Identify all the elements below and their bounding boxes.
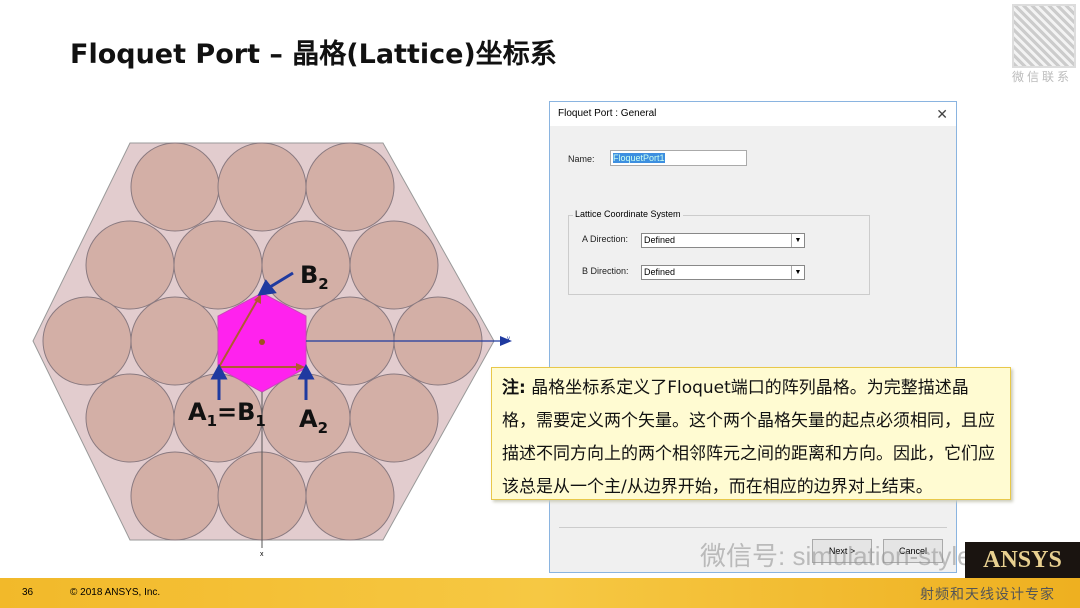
dialog-title: Floquet Port : General	[558, 108, 657, 119]
ansys-logo: ANSYS	[965, 542, 1080, 578]
page-number: 36	[22, 587, 34, 598]
lattice-element	[349, 373, 439, 463]
lattice-coordinate-group: Lattice Coordinate System A Direction: D…	[568, 209, 870, 295]
lattice-element	[130, 451, 220, 541]
lattice-diagram: y x B2 A1=B1 A2	[32, 142, 512, 558]
cell-center	[259, 339, 265, 345]
name-value: FloquetPort1	[613, 153, 665, 163]
group-label: Lattice Coordinate System	[573, 209, 683, 219]
footer-bar: 36 © 2018 ANSYS, Inc.	[0, 578, 1080, 608]
dialog-titlebar: Floquet Port : General ✕	[550, 102, 956, 126]
y-axis-label: y	[507, 336, 510, 342]
a-direction-label: A Direction:	[582, 234, 629, 244]
lattice-element	[349, 220, 439, 310]
chevron-down-icon: ▼	[791, 234, 804, 247]
watermark: 微信号: simulation-style	[700, 541, 972, 571]
close-icon[interactable]: ✕	[936, 102, 948, 126]
a-direction-select[interactable]: Defined ▼	[641, 233, 805, 248]
lattice-element	[130, 296, 220, 386]
a-direction-value: Defined	[644, 235, 676, 245]
lattice-element	[305, 451, 395, 541]
qr-label: 微信联系	[1012, 70, 1073, 84]
brand-tagline: 射频和天线设计专家	[920, 586, 1055, 602]
b-direction-select[interactable]: Defined ▼	[641, 265, 805, 280]
lattice-element	[42, 296, 132, 386]
lattice-element	[130, 142, 220, 232]
chevron-down-icon: ▼	[791, 266, 804, 279]
lattice-element	[85, 373, 175, 463]
b-direction-label: B Direction:	[582, 266, 629, 276]
copyright: © 2018 ANSYS, Inc.	[70, 587, 161, 598]
lattice-element	[217, 142, 307, 232]
name-label: Name:	[568, 154, 595, 164]
name-input[interactable]: FloquetPort1	[610, 150, 747, 166]
divider	[559, 527, 947, 528]
lattice-element	[173, 220, 263, 310]
x-axis-label: x	[260, 551, 264, 558]
label-a1-b1: A1=B1	[188, 398, 266, 430]
qr-code	[1012, 4, 1076, 68]
lattice-element	[305, 142, 395, 232]
y-axis-arrowhead	[500, 336, 512, 346]
note-callout: 注: 晶格坐标系定义了Floquet端口的阵列晶格。为完整描述晶格，需要定义两个…	[491, 367, 1011, 500]
lattice-element	[85, 220, 175, 310]
b-direction-value: Defined	[644, 267, 676, 277]
note-prefix: 注:	[502, 378, 526, 398]
note-text: 晶格坐标系定义了Floquet端口的阵列晶格。为完整描述晶格，需要定义两个矢量。…	[502, 378, 995, 497]
